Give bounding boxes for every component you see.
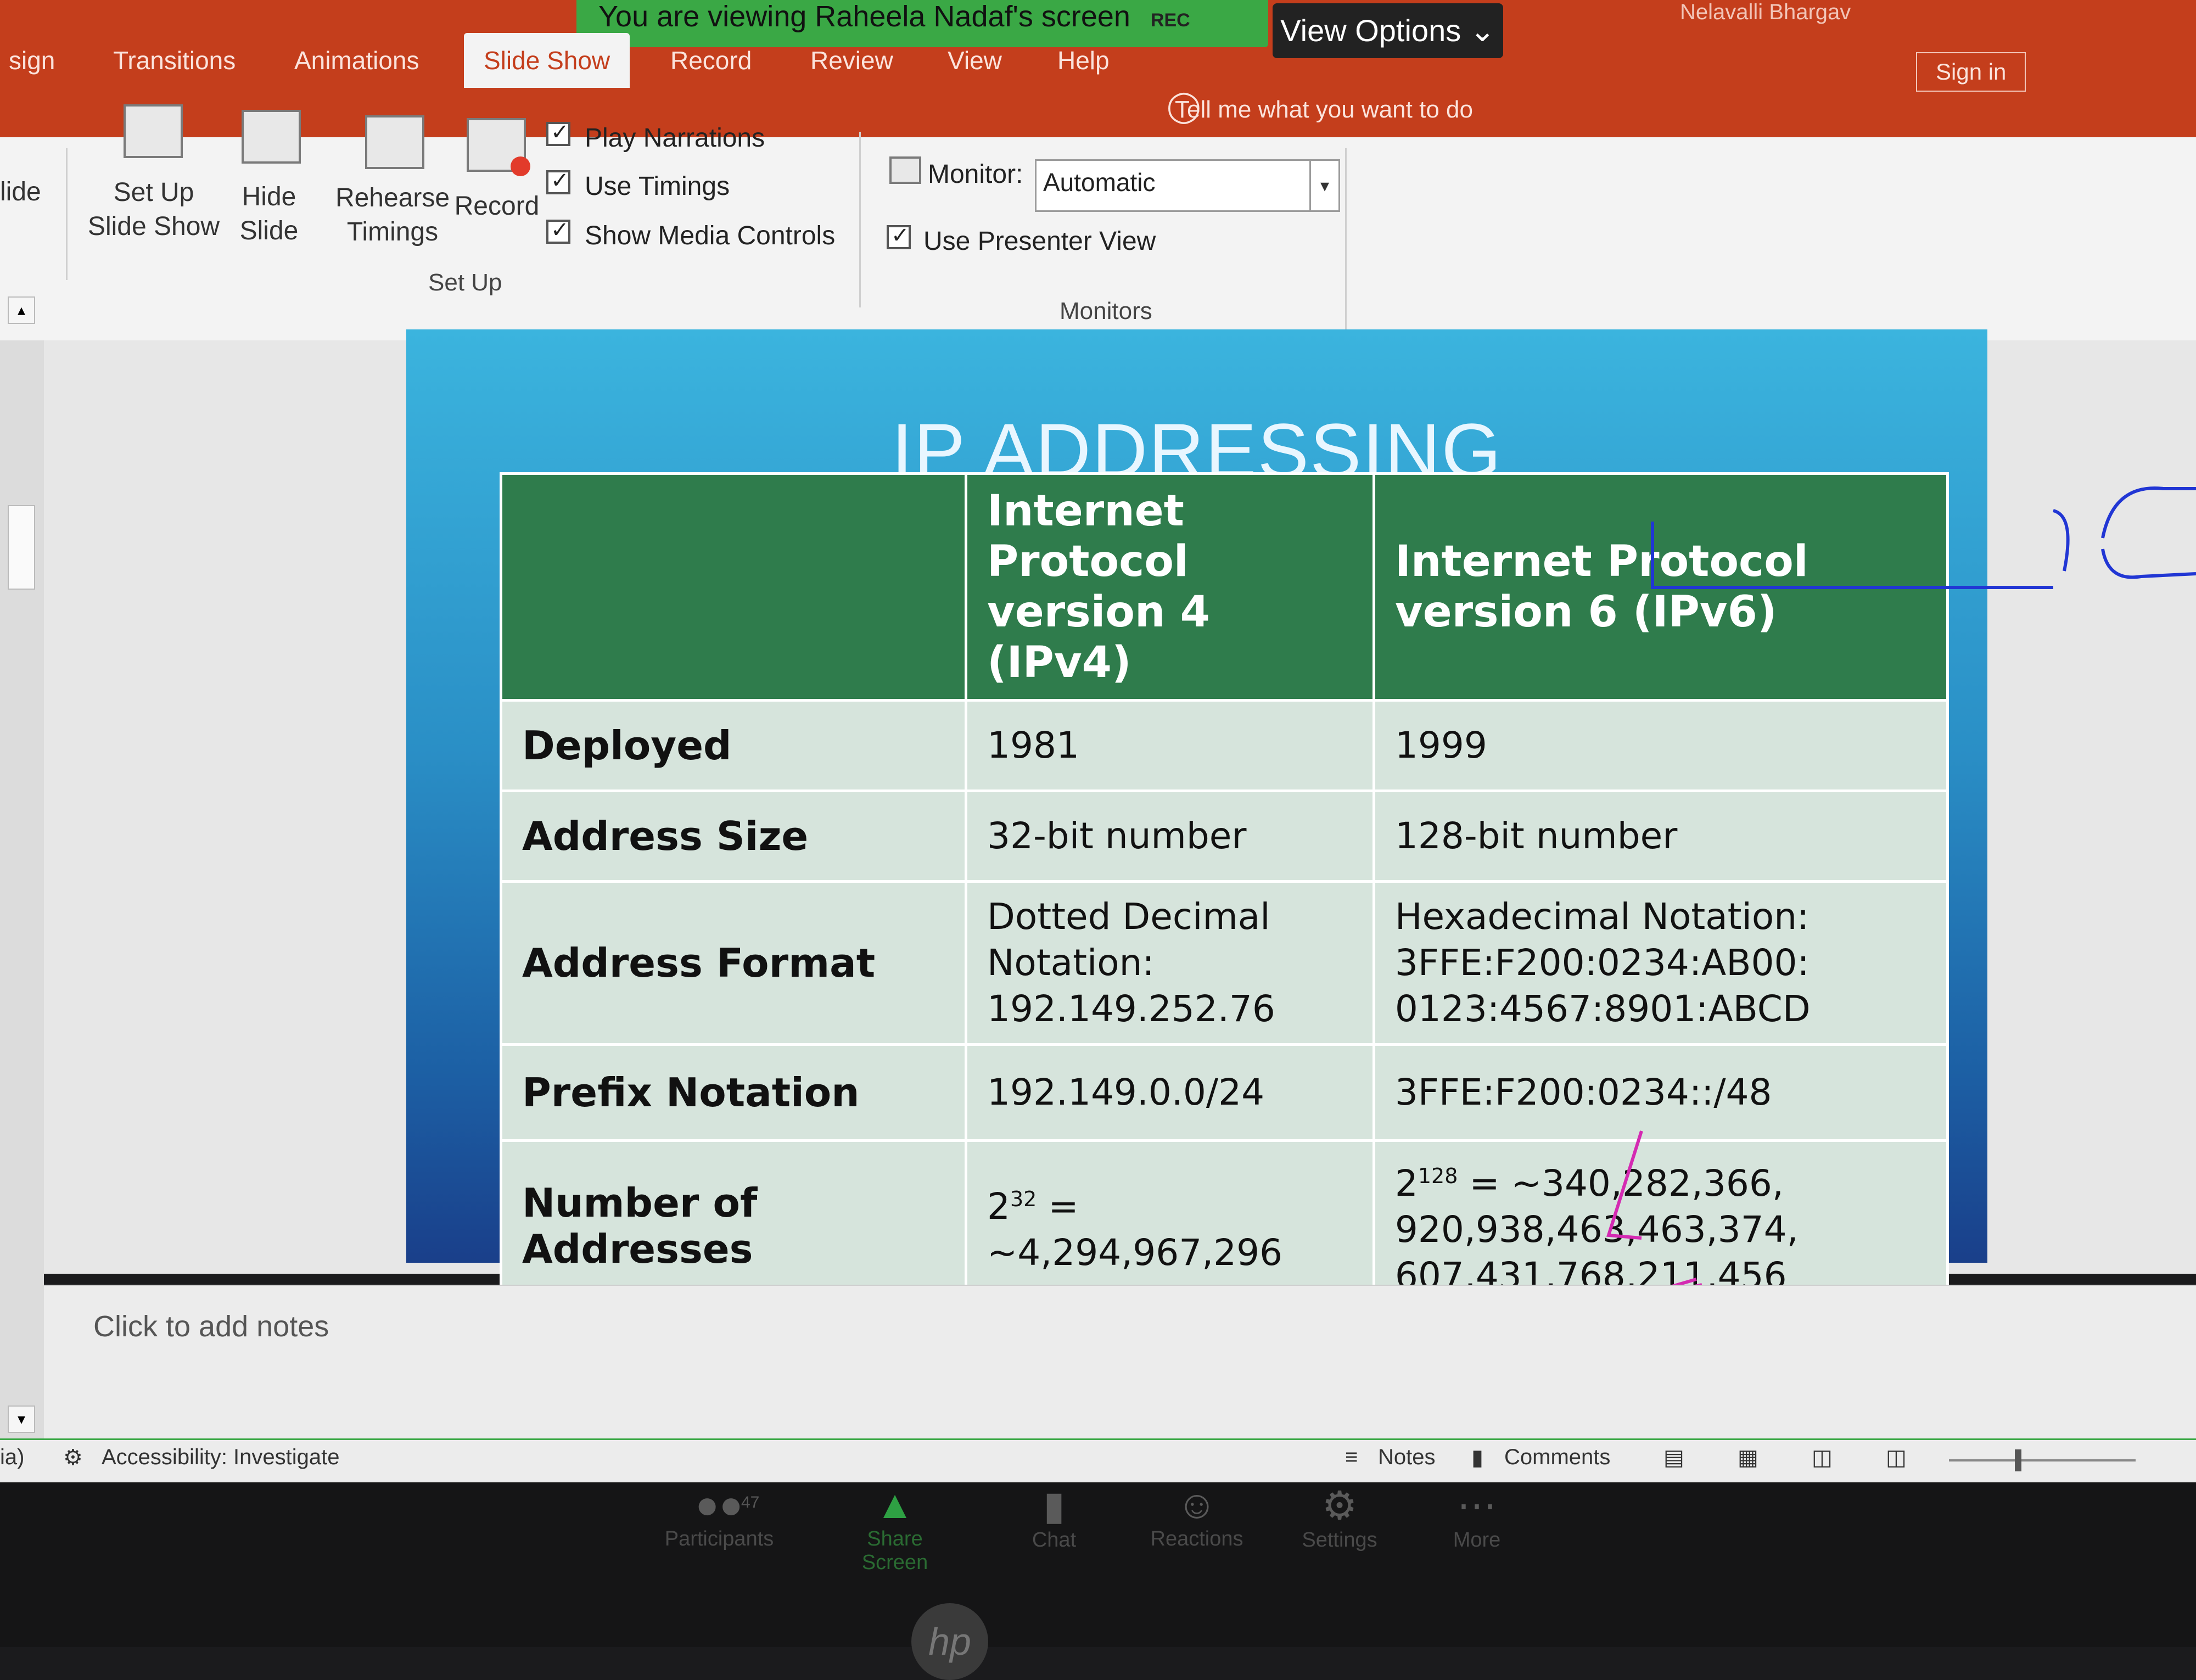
chat-label: Chat (1032, 1528, 1077, 1552)
more-button[interactable]: ⋯ More (1416, 1482, 1537, 1552)
notes-toggle[interactable]: Notes (1378, 1445, 1436, 1470)
notes-icon: ≡ (1345, 1445, 1358, 1469)
blue-ink-stroke (1651, 486, 2196, 589)
settings-label: Settings (1302, 1528, 1377, 1552)
notes-placeholder: Click to add notes (93, 1310, 329, 1343)
comments-icon: ▮ (1471, 1446, 1484, 1470)
settings-icon: ⚙ (1321, 1484, 1358, 1528)
share-screen-label: Share Screen (861, 1527, 928, 1574)
accessibility-status[interactable]: Accessibility: Investigate (102, 1445, 340, 1470)
zoom-slider-thumb[interactable] (2015, 1449, 2021, 1471)
chat-button[interactable]: ▮ Chat (994, 1482, 1114, 1552)
participants-icon: ●● (695, 1483, 743, 1527)
accessibility-icon: ⚙ (63, 1446, 83, 1470)
notes-pane[interactable] (44, 1285, 2196, 1445)
normal-view-icon[interactable]: ▤ (1663, 1445, 1684, 1470)
more-label: More (1453, 1528, 1501, 1552)
scroll-down-icon[interactable]: ▾ (8, 1405, 35, 1433)
participants-label: Participants (664, 1527, 774, 1550)
reading-view-icon[interactable]: ◫ (1812, 1445, 1833, 1470)
reactions-label: Reactions (1150, 1527, 1243, 1550)
slide-show-view-icon[interactable]: ◫ (1886, 1445, 1907, 1470)
hp-logo: hp (911, 1603, 988, 1680)
zoom-slider[interactable] (1949, 1459, 2136, 1461)
participants-count: 47 (741, 1493, 760, 1511)
status-language-cut: ia) (0, 1445, 25, 1469)
share-screen-icon: ▲ (875, 1483, 915, 1527)
share-screen-button[interactable]: ▲ Share Screen (834, 1482, 955, 1575)
settings-button[interactable]: ⚙ Settings (1279, 1482, 1400, 1552)
reactions-icon: ☺ (1177, 1483, 1217, 1527)
reactions-button[interactable]: ☺ Reactions (1136, 1482, 1257, 1551)
slide-sorter-icon[interactable]: ▦ (1738, 1445, 1758, 1470)
comments-toggle[interactable]: Comments (1504, 1445, 1610, 1470)
more-icon: ⋯ (1457, 1484, 1497, 1528)
chat-icon: ▮ (1043, 1484, 1065, 1528)
participants-button[interactable]: ●● 47 Participants (659, 1482, 780, 1551)
